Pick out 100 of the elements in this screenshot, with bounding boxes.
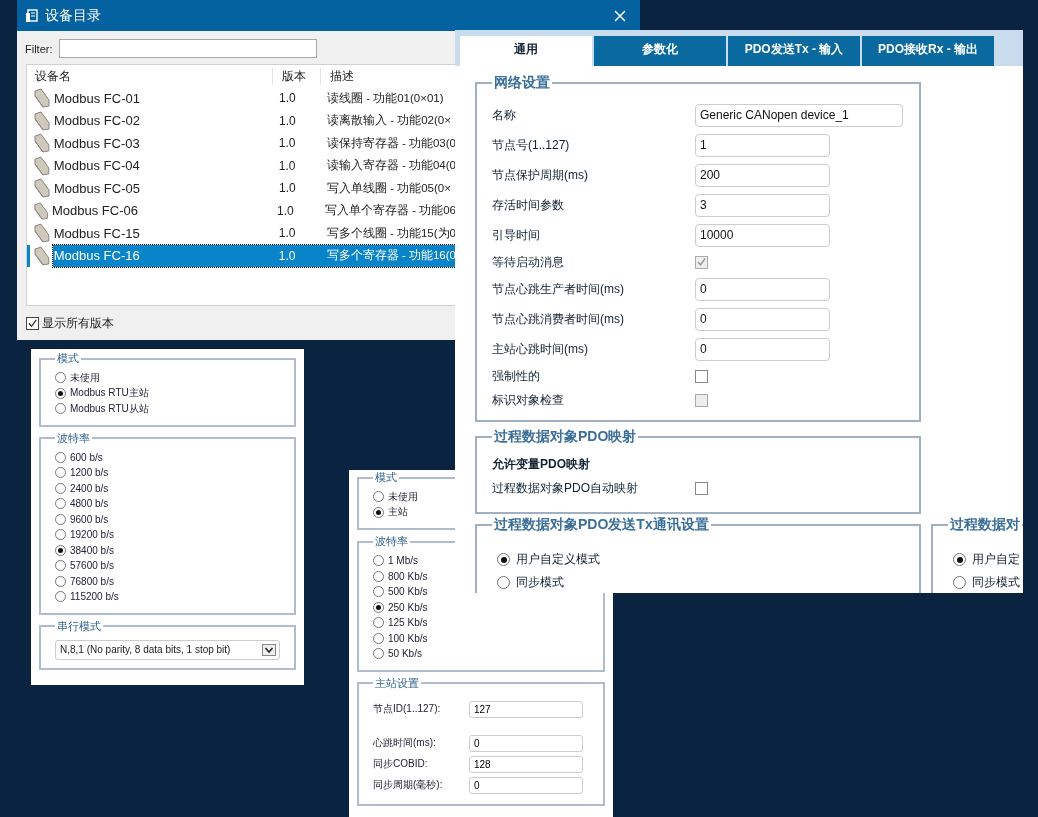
radio-button[interactable] xyxy=(953,576,966,589)
field-label: 引导时间 xyxy=(492,226,541,244)
group-title: 主站设置 xyxy=(374,675,420,691)
group-title: 波特率 xyxy=(56,430,91,446)
option-label: 未使用 xyxy=(388,489,418,504)
option-label: 57600 b/s xyxy=(70,560,114,572)
option-label: Modbus RTU从站 xyxy=(70,401,149,416)
field-label: 同步COBID: xyxy=(373,757,429,771)
input-field[interactable]: 10000 xyxy=(695,223,830,247)
close-icon[interactable] xyxy=(614,9,626,22)
device-row[interactable]: Modbus FC-05 1.0 写入单线圈 - 功能05(0× xyxy=(53,177,456,200)
group-title: 过程数据对象PDO映射 xyxy=(493,428,638,446)
radio-button[interactable] xyxy=(373,632,384,644)
column-header[interactable]: 版本 xyxy=(273,67,321,85)
radio-button[interactable] xyxy=(953,553,966,566)
device-row[interactable]: Modbus FC-04 1.0 读输入寄存器 - 功能04(0 xyxy=(52,154,456,177)
radio-button[interactable] xyxy=(55,575,66,587)
group-title: 模式 xyxy=(56,351,80,366)
radio-button[interactable] xyxy=(55,387,66,399)
option-label: 100 Kb/s xyxy=(388,632,428,644)
input-field[interactable]: Generic CANopen device_1 xyxy=(695,103,903,127)
radio-button[interactable] xyxy=(55,482,66,494)
radio-button[interactable] xyxy=(55,467,66,479)
radio-button[interactable] xyxy=(373,601,384,613)
checkbox[interactable] xyxy=(695,481,708,495)
input-field[interactable]: 3 xyxy=(695,193,830,217)
tab[interactable]: PDO接收Rx - 输出 xyxy=(862,36,994,66)
radio-button[interactable] xyxy=(497,553,510,566)
radio-button[interactable] xyxy=(55,451,66,463)
filter-field[interactable] xyxy=(58,39,317,58)
radio-button[interactable] xyxy=(55,544,66,556)
tab[interactable]: PDO发送Tx - 输入 xyxy=(728,36,860,66)
field-label: 主站心跳时间(ms) xyxy=(492,340,589,358)
device-module-icon xyxy=(32,200,49,221)
field-label: 存活时间参数 xyxy=(492,196,565,214)
field-label: 标识对象检查 xyxy=(492,391,565,409)
option-label: 250 Kb/s xyxy=(388,601,428,613)
catalog-icon xyxy=(25,8,39,23)
device-row[interactable]: Modbus FC-15 1.0 写多个线圈 - 功能15(为0 xyxy=(52,222,456,245)
radio-button[interactable] xyxy=(55,560,66,572)
option-label: 未使用 xyxy=(70,370,100,385)
input-field[interactable]: 0 xyxy=(469,734,583,752)
input-field[interactable]: 0 xyxy=(469,776,583,794)
radio-button[interactable] xyxy=(373,555,384,567)
group-title: 模式 xyxy=(374,470,398,485)
radio-button[interactable] xyxy=(373,648,384,660)
option-label: 125 Kb/s xyxy=(388,617,428,629)
group-title: 过程数据对象PDO发送Tx通讯设置 xyxy=(493,516,710,534)
caret-icon xyxy=(262,643,276,656)
option-label: 500 Kb/s xyxy=(388,586,428,598)
option-label: 19200 b/s xyxy=(70,529,114,541)
radio-button[interactable] xyxy=(373,491,384,503)
option-label: 主站 xyxy=(388,505,408,520)
field-label: 心跳时间(ms): xyxy=(373,736,437,750)
radio-button[interactable] xyxy=(373,570,384,582)
field-label: 过程数据对象PDO自动映射 xyxy=(492,479,639,497)
input-field[interactable]: 0 xyxy=(695,277,830,301)
group-title: 波特率 xyxy=(374,534,409,549)
group-title: 串行模式 xyxy=(56,618,102,634)
radio-button[interactable] xyxy=(55,591,66,603)
device-row[interactable]: Modbus FC-03 1.0 读保持寄存器 - 功能03(0 xyxy=(52,132,456,155)
option-label: 2400 b/s xyxy=(70,482,109,494)
column-header[interactable]: 设备名 xyxy=(27,67,273,85)
radio-button[interactable] xyxy=(55,403,66,415)
device-module-icon xyxy=(32,223,51,244)
tab[interactable]: 通用 xyxy=(460,36,592,66)
field-label: 节点心跳消费者时间(ms) xyxy=(492,310,625,328)
input-field[interactable]: 0 xyxy=(695,307,830,331)
tab[interactable]: 参数化 xyxy=(594,36,726,66)
option-label: 800 Kb/s xyxy=(388,570,428,582)
input-field[interactable]: 0 xyxy=(695,337,830,361)
device-row[interactable]: Modbus FC-02 1.0 读离散输入 - 功能02(0× xyxy=(53,109,456,132)
radio-button[interactable] xyxy=(373,506,384,518)
radio-button[interactable] xyxy=(373,586,384,598)
device-row[interactable]: Modbus FC-16 1.0 写多个寄存器 - 功能16(0 xyxy=(52,244,456,267)
radio-button[interactable] xyxy=(55,372,66,384)
input-field[interactable]: 200 xyxy=(695,163,830,187)
option-label: 600 b/s xyxy=(70,451,103,463)
radio-button[interactable] xyxy=(55,529,66,541)
device-row[interactable]: Modbus FC-06 1.0 写入单个寄存器 - 功能06 xyxy=(51,199,456,222)
device-row[interactable]: Modbus FC-01 1.0 读线圈 - 功能01(0×01) xyxy=(53,87,456,110)
input-field[interactable]: 128 xyxy=(469,755,583,773)
checkbox[interactable] xyxy=(695,369,708,383)
device-module-icon xyxy=(33,178,51,199)
device-module-icon xyxy=(32,133,51,154)
radio-button[interactable] xyxy=(373,617,384,629)
radio-button[interactable] xyxy=(55,513,66,525)
field-label: 节点号(1..127) xyxy=(492,136,571,154)
group-title: 过程数据对 xyxy=(949,516,1021,534)
filter-label: Filter: xyxy=(25,42,53,55)
input-field[interactable]: 1 xyxy=(695,133,830,157)
checkbox[interactable] xyxy=(26,317,39,330)
field-label: 节点ID(1..127): xyxy=(373,702,442,716)
radio-button[interactable] xyxy=(497,576,510,589)
radio-button[interactable] xyxy=(55,498,66,510)
option-label: 1200 b/s xyxy=(70,467,109,479)
input-field[interactable]: 127 xyxy=(469,700,583,718)
column-header[interactable]: 描述 xyxy=(321,67,354,85)
option-label: 同步模式 xyxy=(972,574,1020,591)
serial-mode-dropdown[interactable]: N,8,1 (No parity, 8 data bits, 1 stop bit) xyxy=(55,639,280,660)
